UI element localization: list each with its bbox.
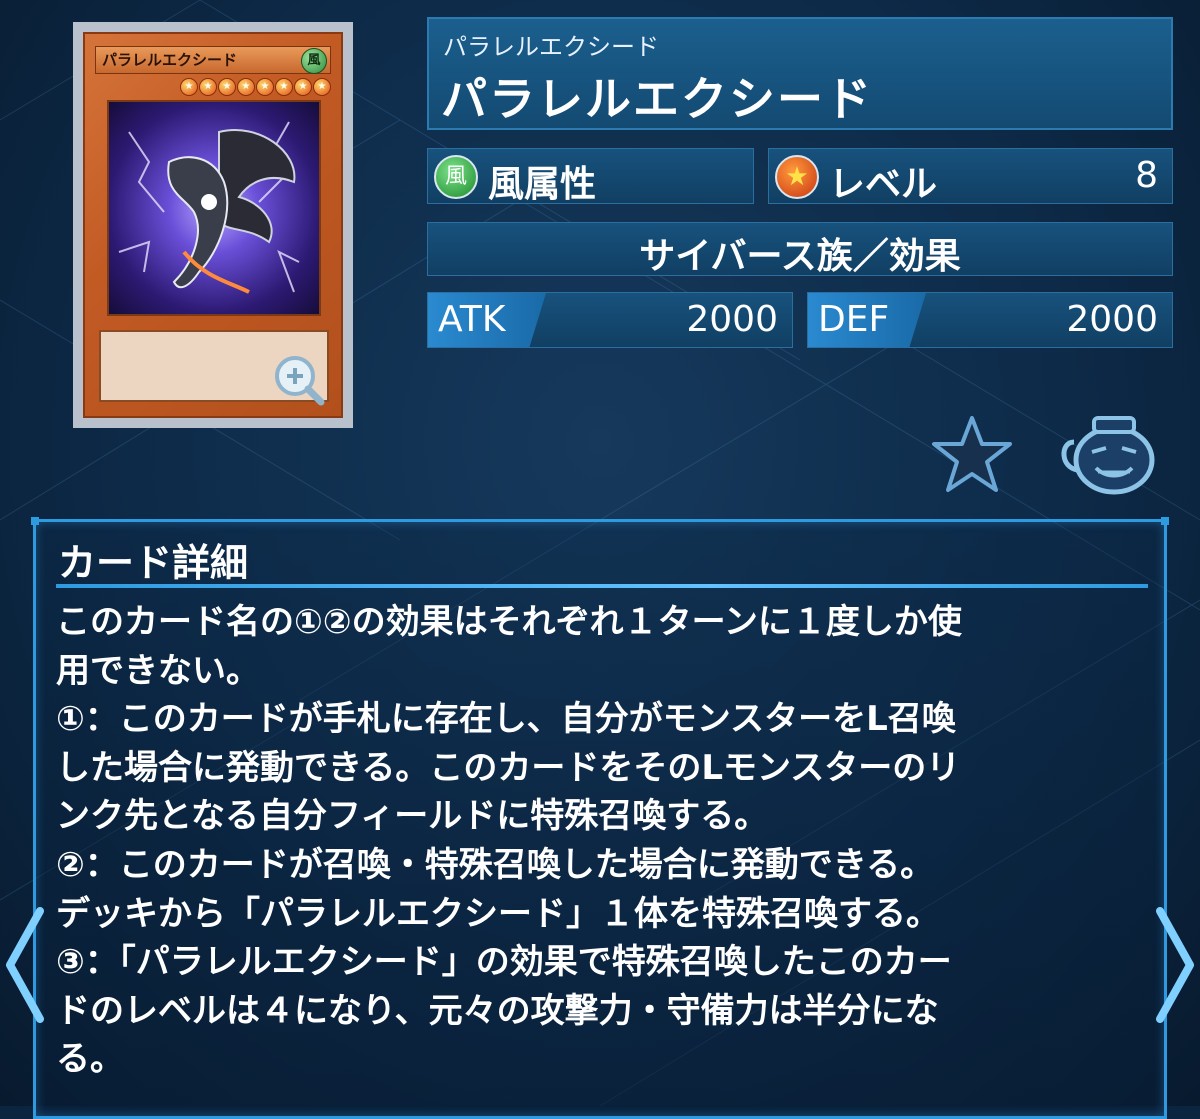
detail-title: カード詳細 bbox=[58, 541, 249, 585]
card-image-name: パラレルエクシード 風 bbox=[95, 46, 331, 74]
card-attribute-icon: 風 bbox=[301, 48, 327, 74]
level-star-icon: ★ bbox=[775, 155, 819, 199]
level-value: 8 bbox=[1135, 155, 1158, 196]
card-name-ruby: パラレルエクシード bbox=[443, 33, 659, 61]
attribute-panel: 風 風属性 bbox=[427, 148, 754, 205]
monster-type: サイバース族／効果 bbox=[639, 236, 961, 277]
def-value: 2000 bbox=[1066, 299, 1158, 340]
previous-arrow-icon[interactable] bbox=[0, 905, 46, 1025]
card-name: パラレルエクシード bbox=[441, 72, 873, 126]
level-star-icon: ★ bbox=[180, 78, 198, 96]
level-star-icon: ★ bbox=[256, 78, 274, 96]
level-panel: ★ レベル 8 bbox=[768, 148, 1173, 205]
def-label: DEF bbox=[818, 299, 890, 340]
level-star-icon: ★ bbox=[294, 78, 312, 96]
next-arrow-icon[interactable] bbox=[1154, 905, 1200, 1025]
corner-marker bbox=[1161, 517, 1169, 525]
card-image[interactable]: パラレルエクシード 風 ★ ★ ★ ★ ★ ★ ★ ★ bbox=[73, 22, 353, 428]
card-face: パラレルエクシード 風 ★ ★ ★ ★ ★ ★ ★ ★ bbox=[83, 32, 343, 418]
corner-marker bbox=[31, 517, 39, 525]
level-star-icon: ★ bbox=[199, 78, 217, 96]
atk-value: 2000 bbox=[686, 299, 778, 340]
level-label: レベル bbox=[829, 164, 938, 205]
wind-attribute-icon: 風 bbox=[434, 155, 478, 199]
atk-label: ATK bbox=[438, 299, 506, 340]
pot-of-greed-icon[interactable] bbox=[1056, 412, 1156, 496]
atk-panel: ATK 2000 bbox=[427, 292, 793, 348]
star-icon[interactable] bbox=[930, 414, 1014, 494]
level-star-icon: ★ bbox=[275, 78, 293, 96]
card-level-stars: ★ ★ ★ ★ ★ ★ ★ ★ bbox=[180, 78, 331, 96]
card-effect-text: このカード名の①②の効果はそれぞれ１ターンに１度しか使 用できない。 ①：このカ… bbox=[56, 602, 962, 1080]
zoom-icon[interactable] bbox=[271, 352, 327, 408]
level-star-icon: ★ bbox=[313, 78, 331, 96]
card-name-panel: パラレルエクシード パラレルエクシード bbox=[427, 17, 1173, 130]
attribute-label: 風属性 bbox=[488, 164, 597, 205]
detail-divider bbox=[56, 584, 1148, 588]
level-star-icon: ★ bbox=[237, 78, 255, 96]
def-panel: DEF 2000 bbox=[807, 292, 1173, 348]
card-artwork bbox=[107, 100, 321, 316]
type-panel: サイバース族／効果 bbox=[427, 222, 1173, 277]
level-star-icon: ★ bbox=[218, 78, 236, 96]
card-detail-panel[interactable]: カード詳細 このカード名の①②の効果はそれぞれ１ターンに１度しか使 用できない。… bbox=[31, 517, 1169, 1119]
